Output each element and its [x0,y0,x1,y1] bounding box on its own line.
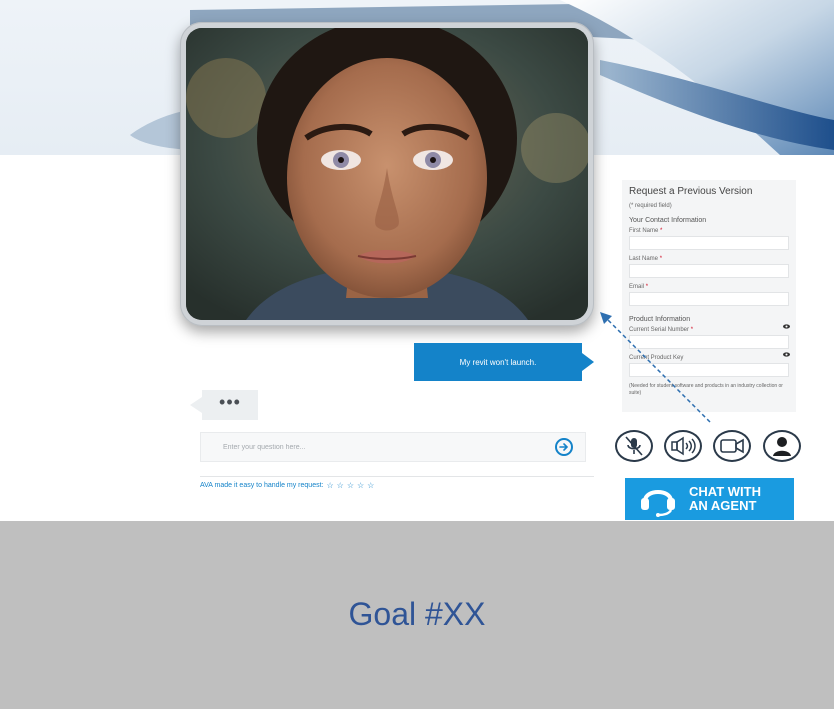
first-name-label: First Name * [629,228,663,234]
email-field[interactable] [629,292,789,306]
arrow-right-icon [559,443,569,451]
required-field-note: (* required field) [629,203,672,209]
rating-star-3[interactable]: ☆ [347,481,354,490]
pointer-arrow [600,312,711,423]
form-title: Request a Previous Version [629,186,753,197]
typing-dots: ••• [219,392,241,412]
contact-section-heading: Your Contact Information [629,217,707,224]
eye-icon[interactable] [783,352,790,357]
headset-icon [641,490,675,517]
rating-star-1[interactable]: ☆ [326,481,333,490]
chat-with-agent-label: CHAT WITH AN AGENT [689,484,761,513]
rating-star-2[interactable]: ☆ [337,481,344,490]
avatar-video [186,28,588,320]
rating-text: AVA made it easy to handle my request: [200,482,324,489]
video-camera-icon [720,438,744,454]
divider [200,476,594,477]
typing-indicator: ••• [190,390,258,420]
goal-caption: Goal #XX [348,595,486,632]
caption-banner: Goal #XX [0,521,834,709]
chat-with-agent-button[interactable]: CHAT WITH AN AGENT [625,478,794,520]
last-name-field[interactable] [629,264,789,278]
rating-star-4[interactable]: ☆ [357,481,364,490]
microphone-toggle-button[interactable] [615,430,653,462]
video-toggle-button[interactable] [713,430,751,462]
last-name-label: Last Name * [629,256,663,262]
eye-icon[interactable] [783,324,790,329]
speaker-icon [671,436,696,456]
user-message-bubble: My revit won't launch. [414,343,594,381]
user-icon [773,437,791,456]
virtual-agent-portrait [186,28,588,320]
email-label: Email * [629,284,649,290]
send-button[interactable] [555,438,573,456]
question-bar [200,432,586,462]
rating-row: AVA made it easy to handle my request: ☆… [200,481,374,490]
first-name-field[interactable] [629,236,789,250]
user-message-text: My revit won't launch. [459,357,537,367]
speaker-toggle-button[interactable] [664,430,702,462]
question-input[interactable] [221,442,545,452]
rating-star-5[interactable]: ☆ [367,481,374,490]
user-profile-button[interactable] [763,430,801,462]
avatar-video-frame [180,22,594,326]
muted-microphone-icon [625,436,643,456]
